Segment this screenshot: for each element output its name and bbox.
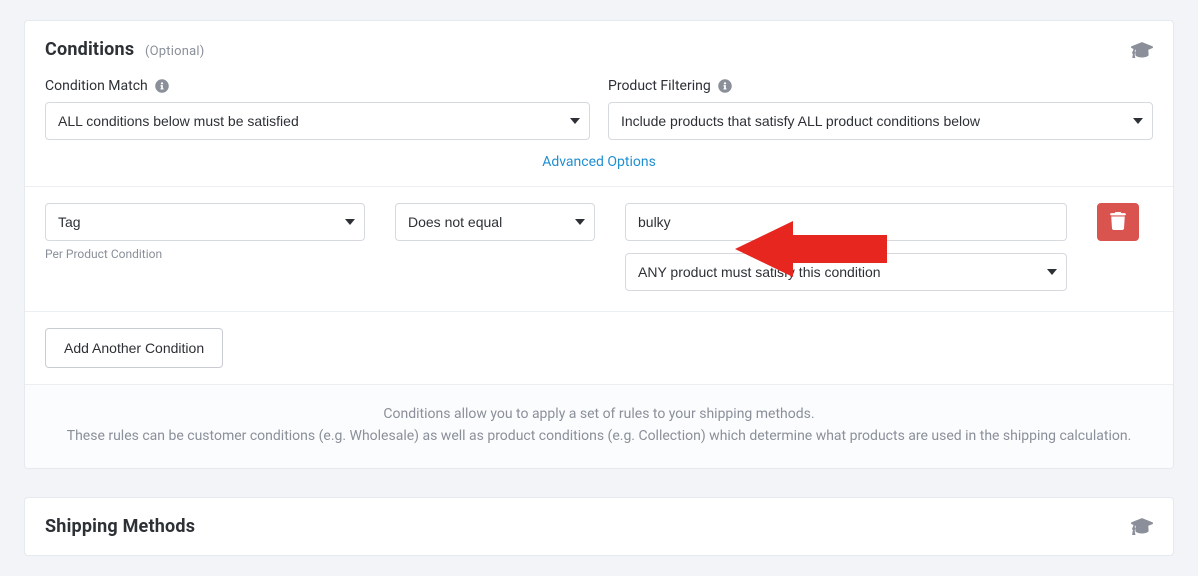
delete-condition-button[interactable] [1097, 203, 1139, 241]
product-filtering-select-wrap: Include products that satisfy ALL produc… [608, 102, 1153, 140]
product-filtering-select[interactable]: Include products that satisfy ALL produc… [608, 102, 1153, 140]
info-icon[interactable] [155, 79, 169, 93]
condition-value-cell: ANY product must satisfy this condition [625, 203, 1067, 291]
conditions-card-header: Conditions (Optional) [25, 21, 1173, 64]
condition-field-select[interactable]: Tag [45, 203, 365, 241]
conditions-help-line-2: These rules can be customer conditions (… [65, 425, 1133, 447]
product-filtering-label-text: Product Filtering [608, 78, 711, 94]
graduation-cap-icon[interactable] [1131, 517, 1153, 535]
product-filtering-label: Product Filtering [608, 78, 1153, 94]
condition-match-label: Condition Match [45, 78, 590, 94]
condition-satisfy-select[interactable]: ANY product must satisfy this condition [625, 253, 1067, 291]
conditions-title-text: Conditions [45, 39, 134, 60]
per-product-condition-label: Per Product Condition [45, 247, 365, 261]
advanced-options-link[interactable]: Advanced Options [542, 154, 656, 170]
condition-field-cell: Tag Per Product Condition [45, 203, 365, 261]
condition-delete-cell [1097, 203, 1153, 241]
conditions-title: Conditions (Optional) [45, 39, 204, 60]
condition-match-select-wrap: ALL conditions below must be satisfied [45, 102, 590, 140]
condition-field-select-wrap: Tag [45, 203, 365, 241]
condition-operator-select-wrap: Does not equal [395, 203, 595, 241]
add-condition-row: Add Another Condition [25, 312, 1173, 384]
conditions-optional-label: (Optional) [145, 44, 204, 59]
condition-match-col: Condition Match ALL conditions below mus… [45, 78, 590, 140]
condition-satisfy-select-wrap: ANY product must satisfy this condition [625, 253, 1067, 291]
shipping-methods-title: Shipping Methods [45, 516, 195, 537]
condition-match-label-text: Condition Match [45, 78, 148, 94]
shipping-methods-header: Shipping Methods [25, 498, 1173, 555]
product-filtering-col: Product Filtering Include products that … [608, 78, 1153, 140]
condition-operator-select[interactable]: Does not equal [395, 203, 595, 241]
info-icon[interactable] [718, 79, 732, 93]
condition-match-select[interactable]: ALL conditions below must be satisfied [45, 102, 590, 140]
match-filter-row: Condition Match ALL conditions below mus… [25, 64, 1173, 140]
conditions-help-footer: Conditions allow you to apply a set of r… [25, 384, 1173, 468]
conditions-card: Conditions (Optional) Condition Match AL… [24, 20, 1174, 469]
conditions-help-line-1: Conditions allow you to apply a set of r… [65, 403, 1133, 425]
trash-icon [1110, 212, 1126, 233]
condition-operator-cell: Does not equal [395, 203, 595, 241]
shipping-methods-card: Shipping Methods [24, 497, 1174, 556]
condition-row: Tag Per Product Condition Does not equal… [25, 186, 1173, 312]
condition-value-input[interactable] [625, 203, 1067, 241]
graduation-cap-icon[interactable] [1131, 41, 1153, 59]
add-another-condition-button[interactable]: Add Another Condition [45, 328, 223, 368]
advanced-options-row: Advanced Options [25, 140, 1173, 186]
